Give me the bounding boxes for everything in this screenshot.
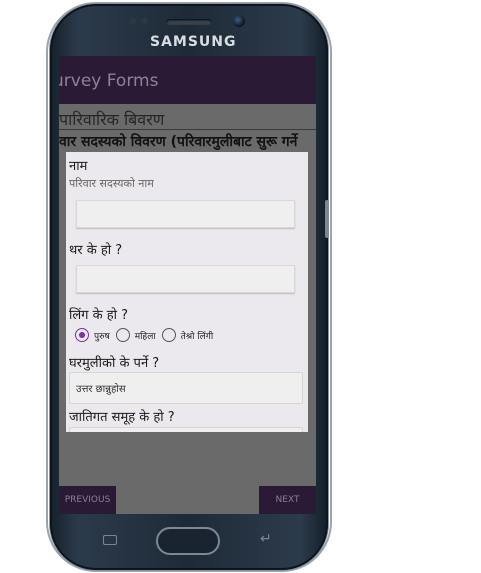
gender-option-label: महिला bbox=[134, 331, 156, 342]
app-title: urvey Forms bbox=[59, 71, 159, 91]
earpiece-speaker bbox=[166, 19, 212, 25]
gender-radio-male[interactable] bbox=[75, 328, 89, 342]
caste-label: जातिगत समूह के हो ? bbox=[69, 410, 175, 425]
power-button bbox=[325, 200, 329, 238]
gender-radio-third[interactable] bbox=[161, 328, 176, 342]
previous-button[interactable]: PREVIOUS bbox=[59, 486, 116, 514]
section-heading: पारिवारिक बिवरण bbox=[59, 110, 165, 129]
proximity-sensor bbox=[130, 18, 136, 24]
phone-screen: urvey Forms पारिवारिक बिवरण वार सदस्यको … bbox=[59, 56, 316, 514]
front-camera-icon bbox=[233, 15, 245, 27]
back-icon[interactable]: ↵ bbox=[260, 531, 272, 547]
name-label: नाम bbox=[69, 159, 88, 174]
gender-label: लिंग के हो ? bbox=[69, 308, 129, 323]
surname-label: थर के हो ? bbox=[69, 243, 123, 258]
relation-select[interactable]: उत्तर छान्नुहोस bbox=[69, 372, 303, 404]
gender-option-label: पुरुष bbox=[94, 331, 110, 342]
next-button[interactable]: NEXT bbox=[259, 486, 316, 514]
member-form-dialog: नाम परिवार सदस्यको नाम थर के हो ? लिंग क… bbox=[66, 152, 308, 432]
section-subtitle: वार सदस्यको विवरण (परिवारमुलीबाट सुरू गर… bbox=[59, 134, 298, 150]
relation-label: घरमुलीको के पर्ने ? bbox=[69, 356, 160, 371]
app-bar: urvey Forms bbox=[59, 56, 316, 104]
light-sensor bbox=[142, 18, 148, 24]
name-input[interactable] bbox=[76, 200, 295, 228]
recent-apps-icon[interactable] bbox=[103, 535, 117, 545]
gender-option-label: तेश्रो लिंगी bbox=[180, 331, 214, 342]
home-button[interactable] bbox=[156, 527, 220, 555]
caste-select[interactable] bbox=[69, 427, 303, 432]
gender-radio-female[interactable] bbox=[115, 328, 130, 342]
surname-input[interactable] bbox=[76, 265, 295, 293]
brand-logo: SAMSUNG bbox=[150, 34, 237, 50]
relation-select-value: उत्तर छान्नुहोस bbox=[76, 384, 126, 395]
name-hint: परिवार सदस्यको नाम bbox=[69, 177, 154, 190]
heading-divider bbox=[59, 129, 316, 130]
gender-radio-group: पुरुष महिला तेश्रो लिंगी bbox=[75, 328, 219, 342]
